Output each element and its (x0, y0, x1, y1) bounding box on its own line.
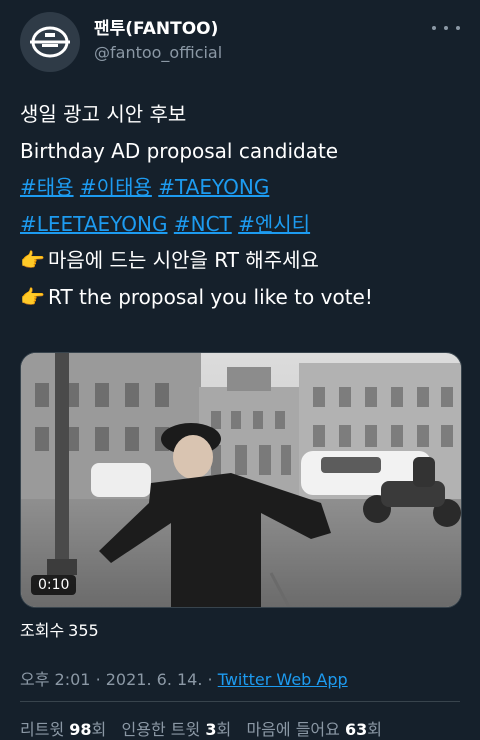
cta-korean: 마음에 드는 시안을 RT 해주세요 (48, 248, 319, 272)
tweet-date[interactable]: 2021. 6. 14. (106, 670, 203, 689)
avatar[interactable] (20, 12, 80, 72)
tweet-time[interactable]: 오후 2:01 (20, 670, 90, 689)
engagement-stats: 리트윗 98회 인용한 트윗 3회 마음에 들어요 63회 (20, 716, 382, 740)
meta-separator: · (95, 670, 101, 689)
retweets-stat[interactable]: 리트윗 98회 (20, 720, 106, 739)
hashtag-link[interactable]: #NCT (174, 212, 232, 236)
hashtag-link[interactable]: #엔시티 (238, 212, 310, 236)
more-dot (444, 26, 448, 30)
pointing-hand-icon: 👉 (20, 248, 45, 272)
more-dot (432, 26, 436, 30)
view-count: 조회수 355 (20, 617, 99, 641)
hashtag-link[interactable]: #LEETAEYONG (20, 212, 167, 236)
video-player[interactable]: 0:10 (20, 352, 462, 608)
pointing-hand-icon: 👉 (20, 284, 45, 309)
more-options-icon[interactable] (432, 18, 460, 38)
meta-separator: · (207, 670, 213, 689)
likes-label: 마음에 들어요 (246, 720, 340, 739)
quotes-suffix: 회 (216, 720, 232, 739)
likes-suffix: 회 (367, 720, 382, 739)
more-dot (456, 26, 460, 30)
fantoo-logo-icon (30, 26, 70, 58)
tweet-line: 👉 RT the proposal you like to vote! (20, 279, 470, 316)
hashtag-line: #LEETAEYONG #NCT #엔시티 (20, 206, 470, 243)
hashtag-link[interactable]: #태용 (20, 175, 74, 199)
author-info: 팬투(FANTOO) @fantoo_official (94, 18, 222, 64)
tweet-line: 👉 마음에 드는 시안을 RT 해주세요 (20, 242, 470, 279)
hashtag-link[interactable]: #TAEYONG (158, 175, 269, 199)
quotes-count: 3 (205, 720, 217, 739)
cta-english: RT the proposal you like to vote! (48, 284, 373, 309)
tweet-line: 생일 광고 시안 후보 (20, 102, 187, 126)
tweet-meta: 오후 2:01 · 2021. 6. 14. · Twitter Web App (20, 666, 348, 690)
views-label: 조회수 (20, 621, 65, 640)
video-thumbnail (21, 353, 461, 607)
author-handle[interactable]: @fantoo_official (94, 42, 222, 64)
likes-stat[interactable]: 마음에 들어요 63회 (246, 720, 382, 739)
quotes-label: 인용한 트윗 (121, 720, 201, 739)
hashtag-line: #태용 #이태용 #TAEYONG (20, 169, 470, 206)
retweets-count: 98 (69, 720, 92, 739)
retweets-suffix: 회 (91, 720, 107, 739)
author-display-name[interactable]: 팬투(FANTOO) (94, 18, 222, 40)
hashtag-link[interactable]: #이태용 (80, 175, 152, 199)
retweets-label: 리트윗 (20, 720, 65, 739)
tweet-line: Birthday AD proposal candidate (20, 138, 339, 163)
tweet-body: 생일 광고 시안 후보 Birthday AD proposal candida… (20, 96, 470, 315)
views-number: 355 (68, 621, 99, 640)
source-link[interactable]: Twitter Web App (218, 670, 348, 689)
video-duration: 0:10 (31, 575, 77, 595)
tweet-header: 팬투(FANTOO) @fantoo_official (20, 12, 460, 72)
likes-count: 63 (344, 720, 368, 739)
quotes-stat[interactable]: 인용한 트윗 3회 (122, 720, 232, 739)
divider (20, 701, 460, 702)
